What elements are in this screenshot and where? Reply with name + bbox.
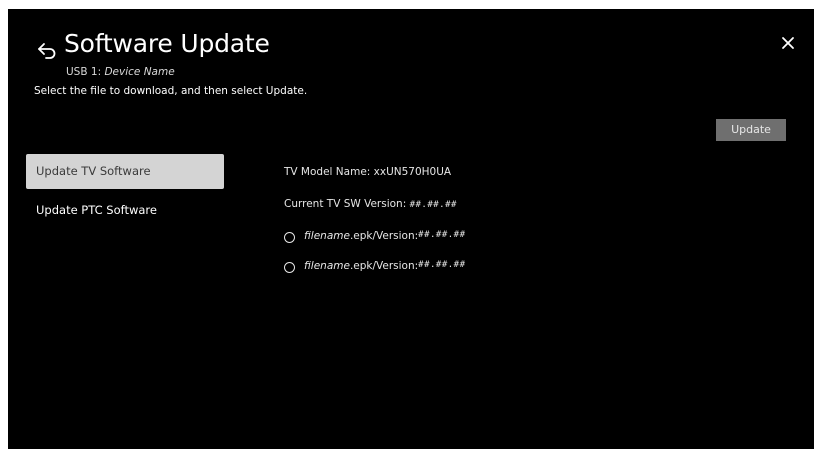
file-name: filename [304, 260, 350, 272]
file-name: filename [304, 230, 350, 242]
tv-model-name: TV Model Name: xxUN570H0UA [284, 166, 466, 198]
usb-source-label: USB 1: Device Name [66, 66, 175, 78]
page-title: Software Update [64, 29, 270, 58]
radio-button-icon[interactable] [284, 232, 295, 243]
current-sw-version: Current TV SW Version: ##.##.## [284, 198, 466, 230]
file-option[interactable]: filename .epk/Version: ##.##.## [284, 260, 466, 290]
software-info-panel: TV Model Name: xxUN570H0UA Current TV SW… [284, 166, 466, 290]
tv-model-value: xxUN570H0UA [373, 166, 452, 178]
menu-item-update-ptc-software[interactable]: Update PTC Software [26, 193, 224, 228]
software-update-screen: Software Update USB 1: Device Name Selec… [8, 9, 814, 449]
file-suffix: .epk/Version: [349, 260, 419, 272]
device-name: Device Name [104, 66, 175, 78]
usb-prefix: USB 1: [66, 66, 105, 78]
file-suffix: .epk/Version: [349, 230, 419, 242]
sw-version-label: Current TV SW Version: [284, 198, 410, 210]
tv-model-label: TV Model Name: [284, 166, 374, 178]
update-type-menu: Update TV Software Update PTC Software [26, 154, 224, 232]
close-icon[interactable] [781, 36, 795, 50]
back-arrow-icon[interactable] [36, 39, 58, 61]
menu-item-update-tv-software[interactable]: Update TV Software [26, 154, 224, 189]
instruction-text: Select the file to download, and then se… [34, 85, 308, 97]
file-option[interactable]: filename .epk/Version: ##.##.## [284, 230, 466, 260]
radio-button-icon[interactable] [284, 262, 295, 273]
file-version: ##.##.## [418, 260, 466, 270]
update-button[interactable]: Update [716, 119, 786, 141]
sw-version-value: ##.##.## [409, 200, 457, 210]
file-version: ##.##.## [418, 230, 466, 240]
